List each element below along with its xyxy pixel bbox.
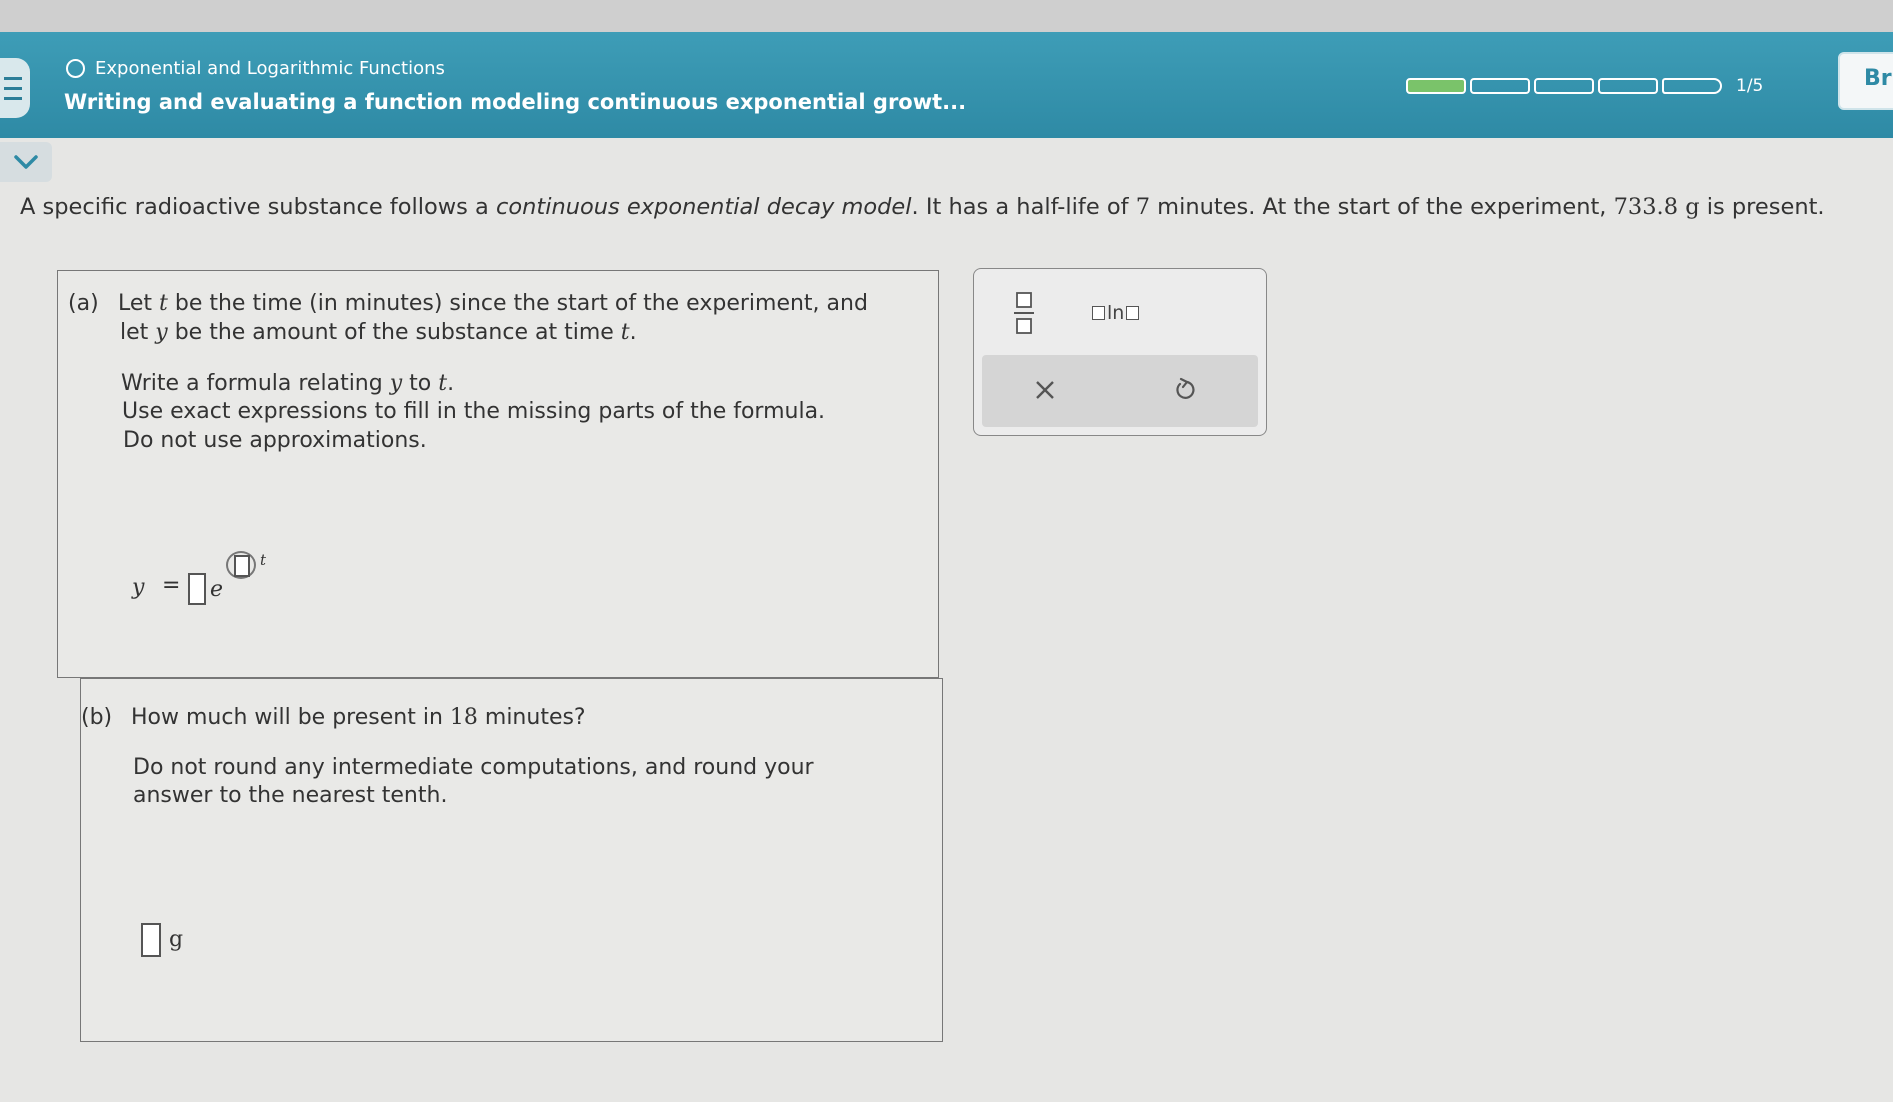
part-a-instruction-1: Write a formula relating y to t. [121, 371, 455, 396]
part-b-label: (b) [81, 705, 113, 730]
collapse-button[interactable] [0, 142, 52, 182]
header-bar: Exponential and Logarithmic Functions Wr… [0, 32, 1893, 138]
progress-segment [1598, 78, 1658, 94]
fraction-icon [1014, 292, 1034, 334]
ln-box-right-icon [1126, 306, 1140, 320]
formula-equals: = [162, 573, 181, 598]
part-a-line2: let y be the amount of the substance at … [120, 320, 637, 345]
ln-label: ln [1107, 302, 1125, 324]
topic-row: Exponential and Logarithmic Functions [66, 58, 445, 79]
part-b-instruction-2: answer to the nearest tenth. [133, 783, 448, 808]
math-toolbox: ln [973, 268, 1267, 436]
toolbox-actions [982, 355, 1258, 427]
part-a-instruction-2: Use exact expressions to fill in the mis… [122, 399, 826, 424]
ln-button[interactable]: ln [1092, 302, 1140, 324]
part-b-question: How much will be present in 18 minutes? [131, 705, 586, 730]
part-b-card: (b) How much will be present in 18 minut… [80, 678, 943, 1042]
close-icon [1036, 381, 1054, 399]
progress-segment [1662, 78, 1722, 94]
topic-circle-icon [66, 59, 85, 78]
part-a-instruction-3: Do not use approximations. [123, 428, 427, 453]
menu-button[interactable] [0, 58, 30, 118]
progress-segment [1534, 78, 1594, 94]
undo-button[interactable] [1172, 377, 1198, 407]
ln-box-left-icon [1092, 306, 1105, 320]
chevron-down-icon [14, 155, 38, 169]
part-a-card: (a) Let t be the time (in minutes) since… [57, 270, 939, 678]
progress-segment [1406, 78, 1466, 94]
answer-input[interactable] [141, 923, 161, 957]
fraction-button[interactable] [1012, 289, 1036, 337]
part-b-instruction-1: Do not round any intermediate computatio… [133, 755, 814, 780]
part-a-label: (a) [68, 291, 99, 316]
coefficient-input[interactable] [188, 573, 206, 605]
header-right-button[interactable]: Br [1838, 52, 1893, 110]
formula: y = e t [132, 551, 292, 609]
topic-label: Exponential and Logarithmic Functions [95, 58, 445, 79]
part-a-line1: Let t be the time (in minutes) since the… [118, 291, 868, 316]
problem-statement: A specific radioactive substance follows… [20, 194, 1825, 220]
clear-button[interactable] [1034, 379, 1056, 405]
progress-label: 1/5 [1736, 76, 1764, 96]
answer-unit: g [169, 927, 184, 952]
formula-y: y [132, 575, 145, 600]
progress-segment [1470, 78, 1530, 94]
menu-icon [4, 76, 22, 80]
formula-t: t [260, 551, 267, 569]
exponent-input[interactable] [234, 555, 250, 577]
progress-bar: 1/5 [1406, 76, 1763, 96]
page-title: Writing and evaluating a function modeli… [64, 90, 967, 114]
formula-e: e [210, 577, 224, 602]
browser-bar [0, 0, 1893, 33]
undo-icon [1176, 377, 1195, 399]
